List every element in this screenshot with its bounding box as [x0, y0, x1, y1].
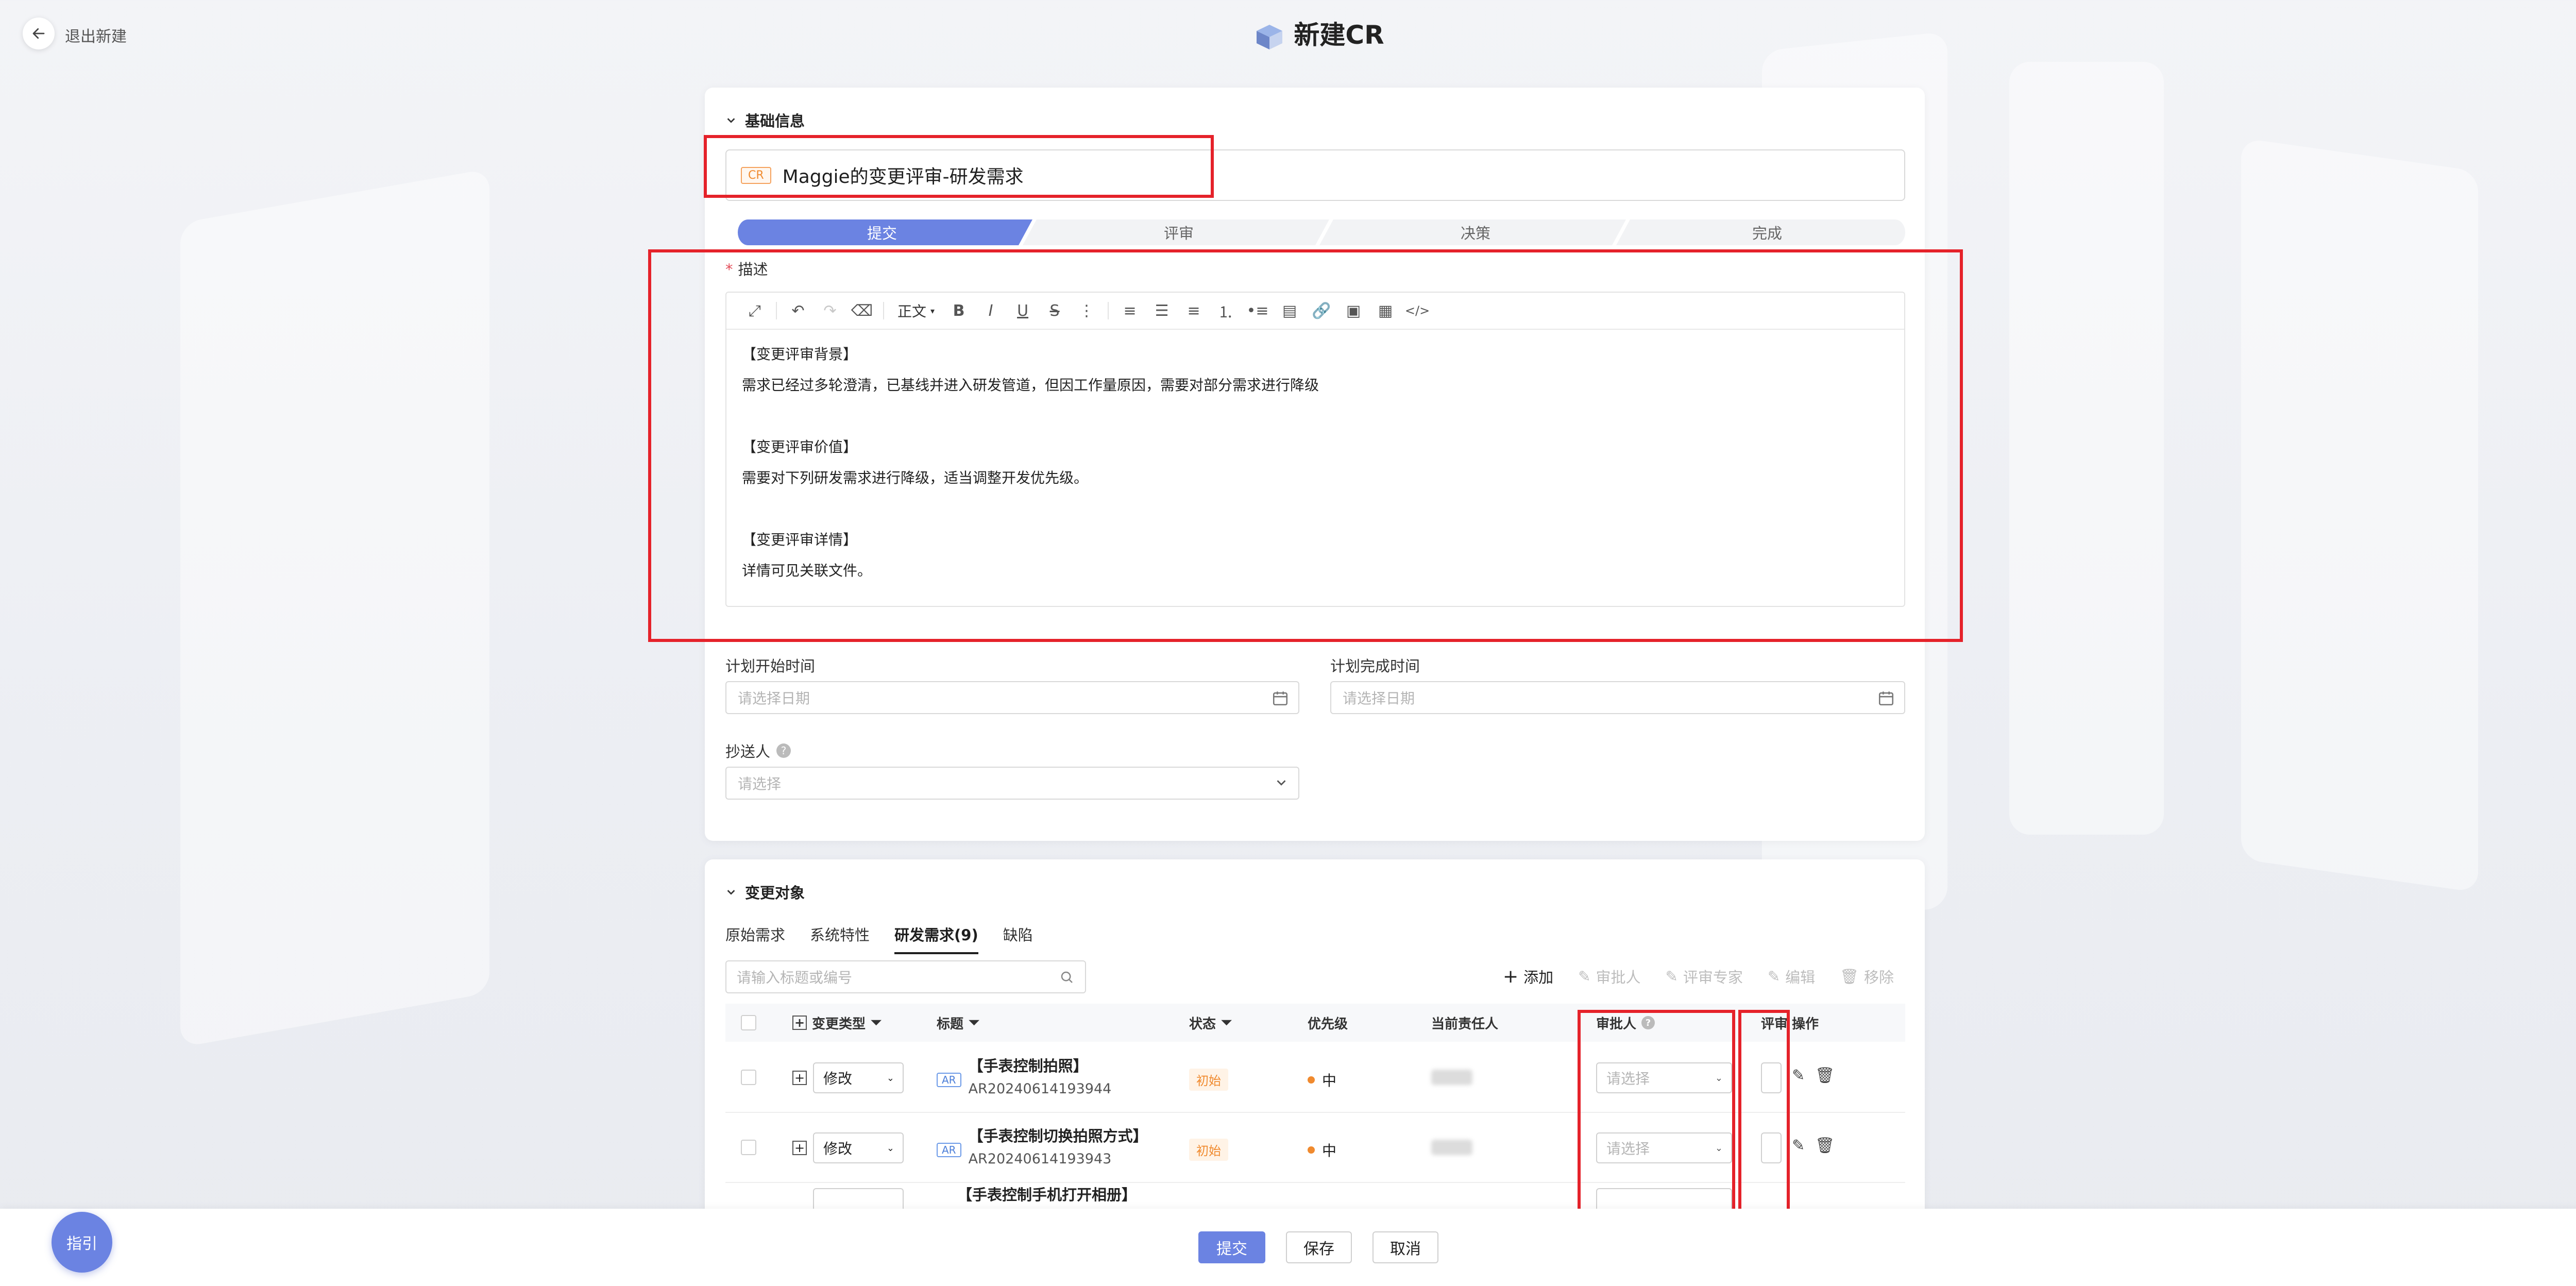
- tab-system-features[interactable]: 系统特性: [810, 923, 870, 954]
- highlight-reviewer-column: [1738, 1010, 1790, 1234]
- table-actions: + 添加 ✎ 审批人 ✎ 评审专家 ✎ 编辑 🗑 移除: [1503, 966, 1894, 987]
- row-code: AR20240614193943: [968, 1151, 1112, 1167]
- calendar-icon: [1878, 691, 1894, 706]
- search-icon: [1061, 971, 1073, 983]
- select-all-checkbox[interactable]: [741, 1015, 756, 1030]
- edit-button[interactable]: ✎ 编辑: [1768, 966, 1815, 987]
- trash-icon[interactable]: 🗑: [1815, 1067, 1835, 1085]
- change-objects-header[interactable]: 变更对象: [725, 881, 805, 903]
- ar-tag: AR: [937, 1073, 961, 1087]
- step-complete: 完成: [1752, 225, 1782, 242]
- trash-icon[interactable]: 🗑: [1815, 1137, 1835, 1155]
- row-title[interactable]: 【手表控制拍照】: [969, 1054, 1112, 1076]
- tab-original-requirements[interactable]: 原始需求: [725, 923, 785, 954]
- owner-avatar-blurred: [1431, 1070, 1472, 1085]
- ar-tag: AR: [937, 1143, 961, 1157]
- section-title: 基础信息: [745, 112, 805, 130]
- expand-row-icon[interactable]: +: [792, 1141, 807, 1155]
- edit-row-icon[interactable]: ✎: [1792, 1137, 1805, 1155]
- row-checkbox[interactable]: [741, 1140, 756, 1155]
- section-title: 变更对象: [745, 884, 805, 902]
- page-title-text: 新建CR: [1294, 20, 1384, 50]
- status-badge: 初始: [1189, 1139, 1228, 1161]
- pencil-icon: ✎: [1578, 968, 1591, 985]
- row-checkbox[interactable]: [741, 1070, 756, 1085]
- plan-end-label: 计划完成时间: [1330, 657, 1420, 675]
- row-title[interactable]: 【手表控制手机打开相册】: [957, 1183, 1137, 1205]
- chevron-down-icon: ⌄: [886, 1072, 894, 1084]
- pencil-icon: ✎: [1767, 968, 1781, 985]
- highlight-title: [704, 135, 1214, 198]
- submit-button[interactable]: 提交: [1198, 1231, 1265, 1263]
- calendar-icon: [1273, 691, 1288, 706]
- step-review: 评审: [1163, 225, 1194, 242]
- trash-icon: 🗑: [1840, 967, 1859, 985]
- page-title: 新建CR: [0, 14, 2576, 52]
- add-button[interactable]: + 添加: [1503, 966, 1553, 987]
- chevron-down-icon: [727, 890, 735, 895]
- cc-label: 抄送人 ?: [725, 740, 791, 762]
- cube-logo-icon: [1257, 24, 1283, 49]
- remove-button[interactable]: 🗑 移除: [1840, 966, 1894, 987]
- change-type-select[interactable]: 修改 ⌄: [813, 1132, 904, 1163]
- status-badge: 初始: [1189, 1069, 1228, 1091]
- priority-value: 中: [1322, 1072, 1337, 1089]
- owner-avatar-blurred: [1431, 1140, 1472, 1155]
- step-decision: 决策: [1460, 225, 1490, 242]
- review-expert-button[interactable]: ✎ 评审专家: [1666, 966, 1743, 987]
- guide-button[interactable]: 指引: [52, 1212, 112, 1273]
- plan-start-label: 计划开始时间: [725, 657, 816, 675]
- tab-defects[interactable]: 缺陷: [1003, 923, 1033, 954]
- pencil-icon: ✎: [1665, 968, 1678, 985]
- chevron-down-icon: [1277, 780, 1286, 786]
- background-shape: [180, 168, 489, 1047]
- cc-select[interactable]: 请选择: [725, 767, 1299, 800]
- change-type-select[interactable]: 修改 ⌄: [813, 1062, 904, 1093]
- tab-dev-requirements[interactable]: 研发需求(9): [894, 923, 978, 954]
- expand-row-icon[interactable]: +: [792, 1071, 807, 1085]
- cancel-button[interactable]: 取消: [1372, 1231, 1438, 1263]
- chevron-down-icon: [727, 118, 735, 123]
- highlight-description: [648, 249, 1963, 642]
- filter-icon[interactable]: ⏷: [969, 1015, 979, 1031]
- footer-bar: 提交 保存 取消: [0, 1209, 2576, 1286]
- help-icon[interactable]: ?: [776, 743, 791, 758]
- plan-end-input[interactable]: 请选择日期: [1330, 681, 1905, 714]
- filter-icon[interactable]: ⏷: [871, 1015, 882, 1031]
- edit-row-icon[interactable]: ✎: [1792, 1067, 1805, 1085]
- basic-info-header[interactable]: 基础信息: [725, 109, 805, 131]
- plan-start-input[interactable]: 请选择日期: [725, 681, 1299, 714]
- priority-value: 中: [1322, 1142, 1337, 1159]
- save-button[interactable]: 保存: [1286, 1231, 1352, 1263]
- change-tabs: 原始需求 系统特性 研发需求(9) 缺陷: [725, 923, 1033, 954]
- highlight-approver-column: [1578, 1010, 1735, 1234]
- search-input[interactable]: 请输入标题或编号: [725, 960, 1086, 993]
- step-submit: 提交: [867, 225, 897, 242]
- row-code: AR20240614193944: [968, 1081, 1112, 1097]
- background-shape: [2241, 138, 2478, 893]
- top-bar: 退出新建 新建CR: [0, 0, 2576, 67]
- approver-button[interactable]: ✎ 审批人: [1578, 966, 1640, 987]
- background-shape: [2009, 62, 2164, 835]
- expand-all-icon[interactable]: +: [792, 1016, 807, 1030]
- row-title[interactable]: 【手表控制切换拍照方式】: [969, 1124, 1148, 1146]
- priority-dot: [1308, 1146, 1315, 1154]
- priority-dot: [1308, 1076, 1315, 1084]
- plus-icon: +: [1502, 966, 1519, 987]
- chevron-down-icon: ⌄: [886, 1142, 894, 1154]
- filter-icon[interactable]: ⏷: [1221, 1015, 1232, 1031]
